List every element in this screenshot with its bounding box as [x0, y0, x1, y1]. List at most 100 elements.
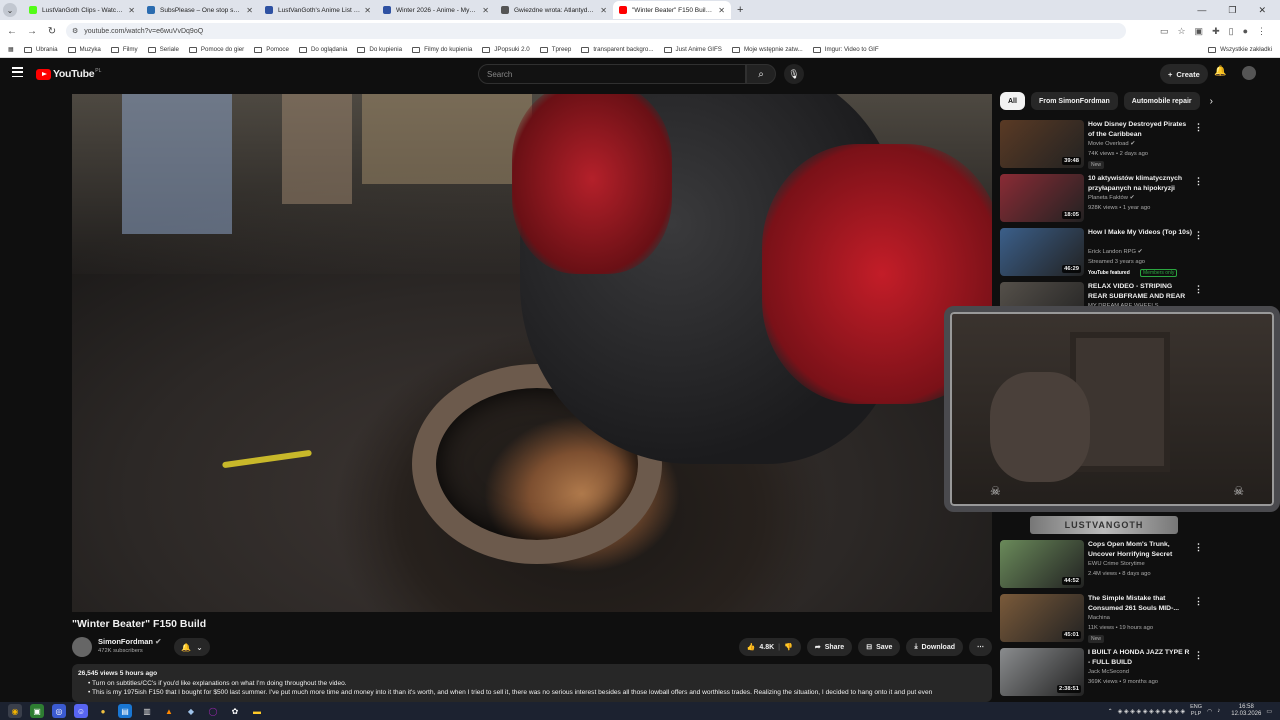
description-box[interactable]: 26,545 views 5 hours ago • Turn on subti…	[72, 664, 992, 702]
youtube-logo[interactable]: YouTube PL	[36, 68, 101, 80]
apps-icon[interactable]: ▦	[8, 46, 14, 53]
bookmark-item[interactable]: Do kupienia	[357, 46, 402, 53]
back-icon[interactable]: ←	[4, 26, 20, 37]
share-button[interactable]: ➦ Share	[806, 638, 853, 656]
recommendation-item[interactable]: 46:29 How I Make My Videos (Top 10s) Erick…	[1000, 228, 1210, 278]
tray-arrow-icon[interactable]: ⌃	[1108, 708, 1113, 715]
recommendation-channel[interactable]: Planeta Faktów ✔	[1088, 195, 1134, 201]
discord-icon[interactable]: ☺	[74, 704, 88, 718]
recommendation-item[interactable]: 44:52 Cops Open Mom's Trunk, Uncover Horr…	[1000, 540, 1210, 590]
tab-search-icon[interactable]: ⌄	[3, 3, 17, 17]
steam-icon[interactable]: ◆	[184, 704, 198, 718]
recommendation-channel[interactable]: EWU Crime Storytime	[1088, 561, 1145, 567]
close-icon[interactable]: ✕	[600, 6, 607, 15]
thumbs-down-icon[interactable]: 👎	[784, 643, 793, 651]
network-icon[interactable]: ◠	[1207, 708, 1212, 715]
bookmark-item[interactable]: Seriale	[147, 46, 179, 53]
like-button[interactable]: 👍 4.8K | 👎	[738, 638, 801, 656]
language-indicator[interactable]: ENG PLP	[1190, 704, 1202, 718]
tab-2[interactable]: SubsPlease – One stop shop fo ✕	[141, 1, 259, 19]
video-thumbnail[interactable]: 39:48	[1000, 120, 1084, 168]
bookmark-item[interactable]: Do oglądania	[298, 46, 347, 53]
video-player[interactable]	[72, 94, 992, 612]
tab-3[interactable]: LustVanGoth's Anime List - My ✕	[259, 1, 377, 19]
chip-automobile-repair[interactable]: Automobile repair	[1123, 92, 1200, 110]
more-options-icon[interactable]: ⋮	[1194, 650, 1203, 661]
download-button[interactable]: ⤓ Download	[906, 638, 963, 656]
bookmark-item[interactable]: transparent backgro...	[581, 46, 654, 53]
menu-icon[interactable]	[12, 67, 23, 77]
close-icon[interactable]: ✕	[718, 6, 725, 15]
notification-icon[interactable]: ▭	[1266, 708, 1272, 715]
more-options-icon[interactable]: ⋮	[1194, 542, 1203, 553]
sidebar-icon[interactable]: ▯	[1229, 26, 1234, 37]
vlc-icon[interactable]: ▲	[162, 704, 176, 718]
store-icon[interactable]: ▥	[140, 704, 154, 718]
bookmark-item[interactable]: Muzyka	[67, 46, 101, 53]
obs-icon[interactable]: ◯	[206, 704, 220, 718]
menu-icon[interactable]: ⋮	[1257, 26, 1266, 37]
recommendation-channel[interactable]: Movie Overload ✔	[1088, 141, 1135, 147]
recommendation-item[interactable]: 45:01 The Simple Mistake that Consumed 26…	[1000, 594, 1210, 644]
terminal-icon[interactable]: ▣	[30, 704, 44, 718]
explorer-icon[interactable]: ▬	[250, 704, 264, 718]
bookmark-item[interactable]: Moje wstępnie zatw...	[731, 46, 803, 53]
forward-icon[interactable]: →	[24, 26, 40, 37]
bookmark-item[interactable]: Pomoce do gier	[188, 46, 244, 53]
close-window-icon[interactable]: ✕	[1258, 5, 1266, 16]
puzzle-icon[interactable]: ✚	[1212, 26, 1220, 37]
tab-5[interactable]: Gwiezdne wrota: Atlantyda / St ✕	[495, 1, 613, 19]
bookmark-item[interactable]: Filmy	[110, 46, 138, 53]
subscription-bell-button[interactable]: 🔔 ⌄	[174, 638, 210, 656]
profile-icon[interactable]: ●	[1243, 26, 1248, 37]
site-info-icon[interactable]: ⚙	[72, 27, 78, 35]
search-input[interactable]: Search	[478, 64, 746, 84]
app2-icon[interactable]: ✿	[228, 704, 242, 718]
all-bookmarks[interactable]: Wszystkie zakładki	[1208, 46, 1272, 53]
close-icon[interactable]: ✕	[482, 6, 489, 15]
bookmark-item[interactable]: Pomoce	[254, 46, 289, 53]
recommendation-title[interactable]: The Simple Mistake that Consumed 261 Sou…	[1088, 594, 1192, 613]
photos-icon[interactable]: ▤	[118, 704, 132, 718]
reload-icon[interactable]: ↻	[44, 26, 60, 37]
video-thumbnail[interactable]: 45:01	[1000, 594, 1084, 642]
bookmark-item[interactable]: Tpreep	[539, 46, 571, 53]
recommendation-title[interactable]: 10 aktywistów klimatycznych przyłapanych…	[1088, 174, 1192, 193]
video-thumbnail[interactable]: 44:52	[1000, 540, 1084, 588]
bookmark-item[interactable]: Filmy do kupienia	[412, 46, 472, 53]
save-button[interactable]: ⊟ Save	[858, 638, 901, 656]
account-avatar[interactable]	[1242, 66, 1256, 80]
tab-4[interactable]: Winter 2026 - Anime - MyAnim ✕	[377, 1, 495, 19]
star-icon[interactable]: ☆	[1177, 26, 1185, 37]
recommendation-title[interactable]: How Disney Destroyed Pirates of the Cari…	[1088, 120, 1192, 139]
more-options-icon[interactable]: ⋮	[1194, 230, 1203, 241]
bookmark-item[interactable]: Imgur: Video to GIF	[812, 46, 879, 53]
chip-all[interactable]: All	[1000, 92, 1025, 110]
recommendation-channel[interactable]: Jack McSecond	[1088, 669, 1129, 675]
volume-icon[interactable]: ♪	[1217, 708, 1220, 714]
more-actions-button[interactable]: ⋯	[969, 638, 992, 656]
more-options-icon[interactable]: ⋮	[1194, 122, 1203, 133]
recommendation-item[interactable]: 2:38:51 I BUILT A HONDA JAZZ TYPE R - FUL…	[1000, 648, 1210, 698]
new-tab-icon[interactable]: +	[737, 4, 743, 16]
tab-6-active[interactable]: "Winter Beater" F150 Build - Yo ✕	[613, 1, 731, 19]
channel-name[interactable]: SimonFordman ✔	[98, 637, 161, 646]
channel-avatar[interactable]	[72, 637, 92, 657]
video-thumbnail[interactable]: 46:29	[1000, 228, 1084, 276]
bookmark-item[interactable]: JPopsuki 2.0	[482, 46, 530, 53]
tab-1[interactable]: LustVanGoth Clips - Watch Live ✕	[23, 1, 141, 19]
create-button[interactable]: + Create	[1160, 64, 1208, 84]
more-options-icon[interactable]: ⋮	[1194, 176, 1203, 187]
recommendation-title[interactable]: RELAX VIDEO - STRIPING REAR SUBFRAME AND…	[1088, 282, 1192, 301]
voice-search-button[interactable]: 🎙	[784, 64, 804, 84]
more-options-icon[interactable]: ⋮	[1194, 596, 1203, 607]
minimize-icon[interactable]: —	[1197, 5, 1206, 16]
chrome-icon[interactable]: ◉	[8, 704, 22, 718]
close-icon[interactable]: ✕	[128, 6, 135, 15]
chip-from-channel[interactable]: From SimonFordman	[1030, 92, 1118, 110]
recommendation-item[interactable]: 18:05 10 aktywistów klimatycznych przyłap…	[1000, 174, 1210, 224]
extension-icon[interactable]: ▣	[1195, 26, 1204, 37]
recommendation-title[interactable]: How I Make My Videos (Top 10s)	[1088, 228, 1192, 238]
cast-icon[interactable]: ▭	[1160, 26, 1169, 37]
browser-icon[interactable]: ◎	[52, 704, 66, 718]
